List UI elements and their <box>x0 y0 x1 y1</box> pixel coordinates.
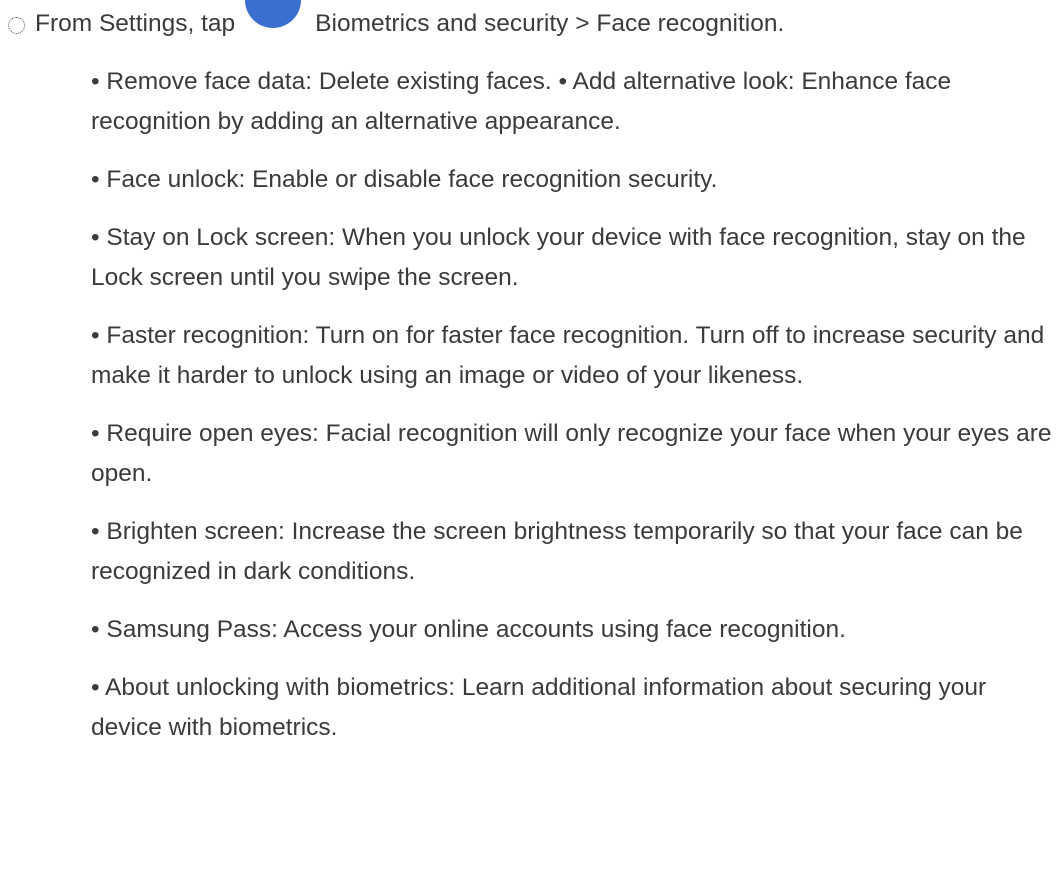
option-brighten-screen: • Brighten screen: Increase the screen b… <box>91 518 1023 585</box>
option-samsung-pass: • Samsung Pass: Access your online accou… <box>91 616 846 643</box>
step-text-after: Biometrics and security > Face recogniti… <box>315 10 785 37</box>
option-remove-face-data: • Remove face data: Delete existing face… <box>91 68 952 135</box>
option-face-unlock: • Face unlock: Enable or disable face re… <box>91 166 718 193</box>
option-stay-on-lock-screen: • Stay on Lock screen: When you unlock y… <box>91 224 1026 291</box>
option-require-open-eyes: • Require open eyes: Facial recognition … <box>91 420 1052 487</box>
step-text-before: From Settings, tap <box>35 10 236 37</box>
dotted-circle-icon <box>8 16 25 34</box>
face-recognition-options-list: • Remove face data: Delete existing face… <box>91 62 1057 766</box>
settings-app-icon <box>245 0 302 28</box>
manual-page: From Settings, tap Biometrics and securi… <box>0 0 1058 870</box>
instruction-step: From Settings, tap Biometrics and securi… <box>8 0 785 44</box>
option-faster-recognition: • Faster recognition: Turn on for faster… <box>91 322 1045 389</box>
option-about-unlocking-with-biometrics: • About unlocking with biometrics: Learn… <box>91 674 987 741</box>
